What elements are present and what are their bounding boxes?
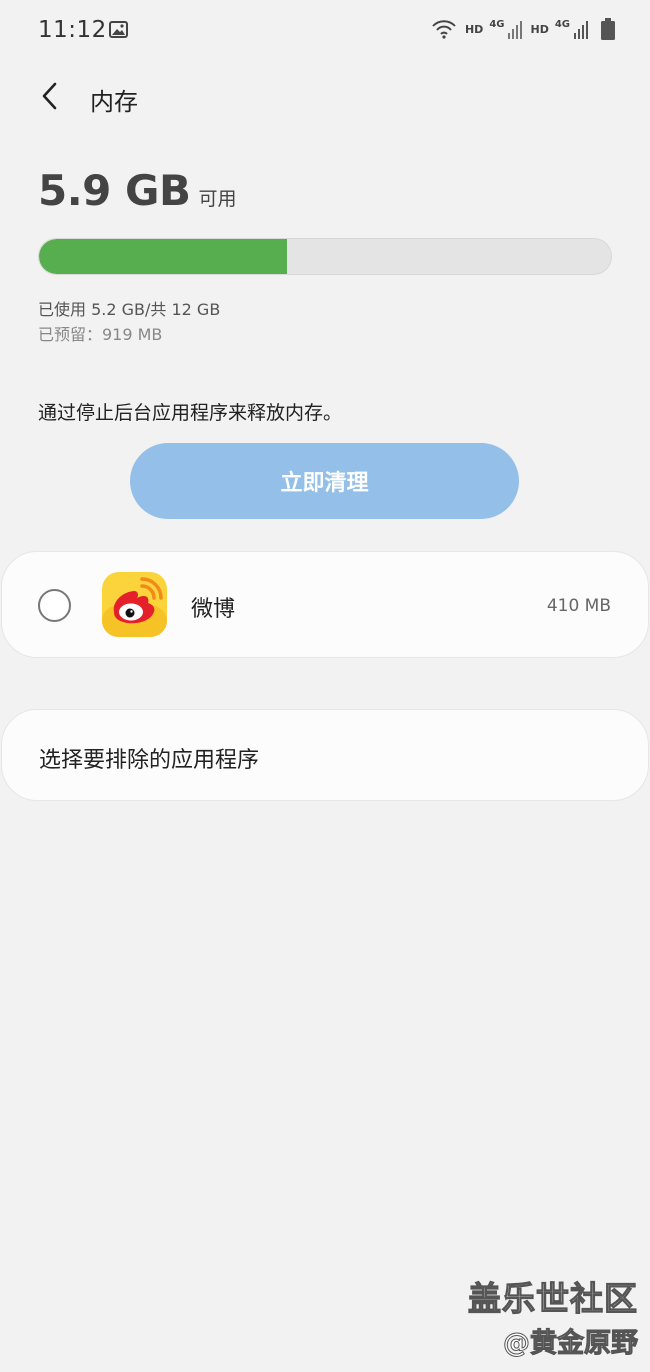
status-indicators: HD 4G HD 4G [431,18,616,40]
wifi-icon [432,20,456,39]
memory-usage-bar [38,238,612,275]
available-label: 可用 [198,188,237,210]
app-header: 内存 [0,72,650,122]
hint-text: 通过停止后台应用程序来释放内存。 [38,402,343,424]
hd-indicator: HD [464,22,484,36]
available-value: 5.9 GB [38,166,191,215]
available-memory: 5.9 GB 可用 [38,166,237,215]
signal-icon [508,21,523,39]
app-select-radio[interactable] [38,589,71,622]
network-type-label: 4G [554,18,570,30]
app-name: 微博 [191,597,236,622]
reserved-memory-text: 已预留：919 MB [38,325,163,344]
memory-screen: 11:12 HD 4G HD 4G 内存 5.9 GB 可用 已使用 5.2 G… [0,0,650,1372]
watermark-community: 盖乐世社区 [467,1278,638,1318]
list-item[interactable]: 微博 410 MB [1,551,649,658]
app-memory-size: 410 MB [546,596,611,616]
exclude-apps-label: 选择要排除的应用程序 [39,748,260,773]
status-time: 11:12 [38,17,107,43]
signal-icon [574,21,588,39]
used-memory-text: 已使用 5.2 GB/共 12 GB [38,300,221,319]
clean-now-button[interactable]: 立即清理 [130,443,519,519]
image-notification-icon [109,21,128,38]
back-button[interactable] [32,78,68,114]
battery-icon [601,18,615,40]
hd-indicator: HD [530,22,549,36]
network-type-label: 4G [489,18,505,30]
exclude-apps-item[interactable]: 选择要排除的应用程序 [1,709,649,801]
chevron-left-icon [42,82,57,110]
status-bar: 11:12 HD 4G HD 4G [0,0,650,60]
watermark-author: @黄金原野 [503,1328,639,1360]
page-title: 内存 [90,88,138,116]
memory-usage-fill [39,239,287,274]
weibo-app-icon [102,572,167,637]
